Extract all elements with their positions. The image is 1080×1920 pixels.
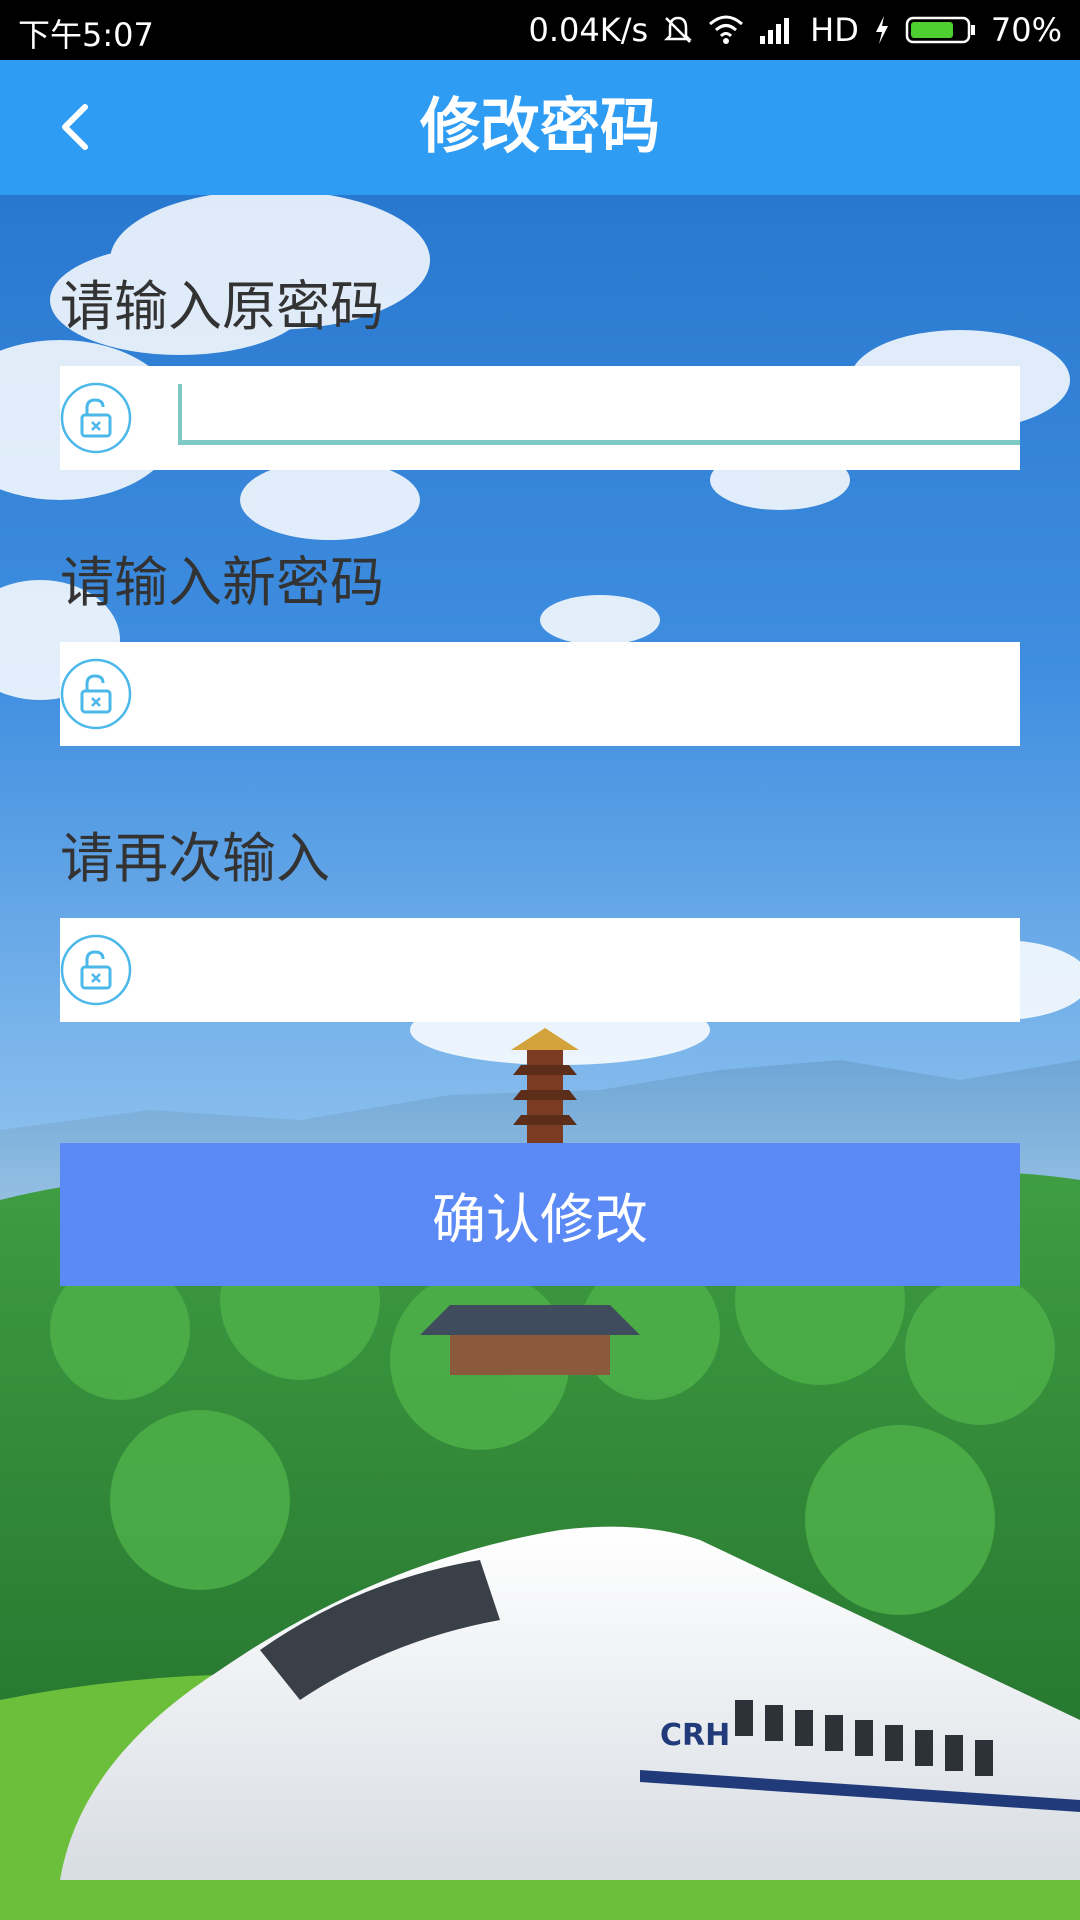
signal-icon [760, 18, 790, 44]
wifi-icon [709, 15, 744, 44]
title-bar: 修改密码 [0, 60, 1080, 195]
screen: CRH 下午5:07 0.04K/s HD 70% 修改密码 请输入原密码 请输… [0, 0, 1080, 1920]
charging-icon [875, 16, 888, 44]
confirm-change-button[interactable]: 确认修改 [60, 1143, 1020, 1286]
chevron-left-icon [62, 104, 88, 150]
battery-percent: 70% [990, 11, 1062, 49]
status-time: 下午5:07 [18, 16, 154, 54]
network-speed: 0.04K/s [528, 11, 649, 49]
unlock-icon [60, 382, 132, 454]
train-logo-text: CRH [660, 1718, 730, 1753]
status-bar: 下午5:07 0.04K/s HD 70% [0, 0, 1080, 60]
status-right: 0.04K/s HD 70% [528, 8, 1062, 52]
temple [420, 1305, 640, 1375]
confirm-password-label: 请再次输入 [60, 827, 330, 890]
new-password-field[interactable] [60, 642, 1020, 746]
old-password-input[interactable] [178, 384, 1020, 445]
confirm-password-field[interactable] [60, 918, 1020, 1022]
confirm-password-input[interactable] [178, 936, 1016, 998]
unlock-icon [60, 658, 132, 730]
old-password-label: 请输入原密码 [60, 275, 384, 338]
unlock-icon [60, 934, 132, 1006]
new-password-input[interactable] [178, 660, 1016, 722]
old-password-field[interactable] [60, 366, 1020, 470]
new-password-label: 请输入新密码 [60, 551, 384, 614]
back-button[interactable] [40, 92, 110, 162]
network-type: HD [810, 11, 859, 49]
page-title: 修改密码 [420, 92, 660, 162]
battery-icon [905, 16, 975, 44]
bell-off-icon [664, 16, 693, 43]
